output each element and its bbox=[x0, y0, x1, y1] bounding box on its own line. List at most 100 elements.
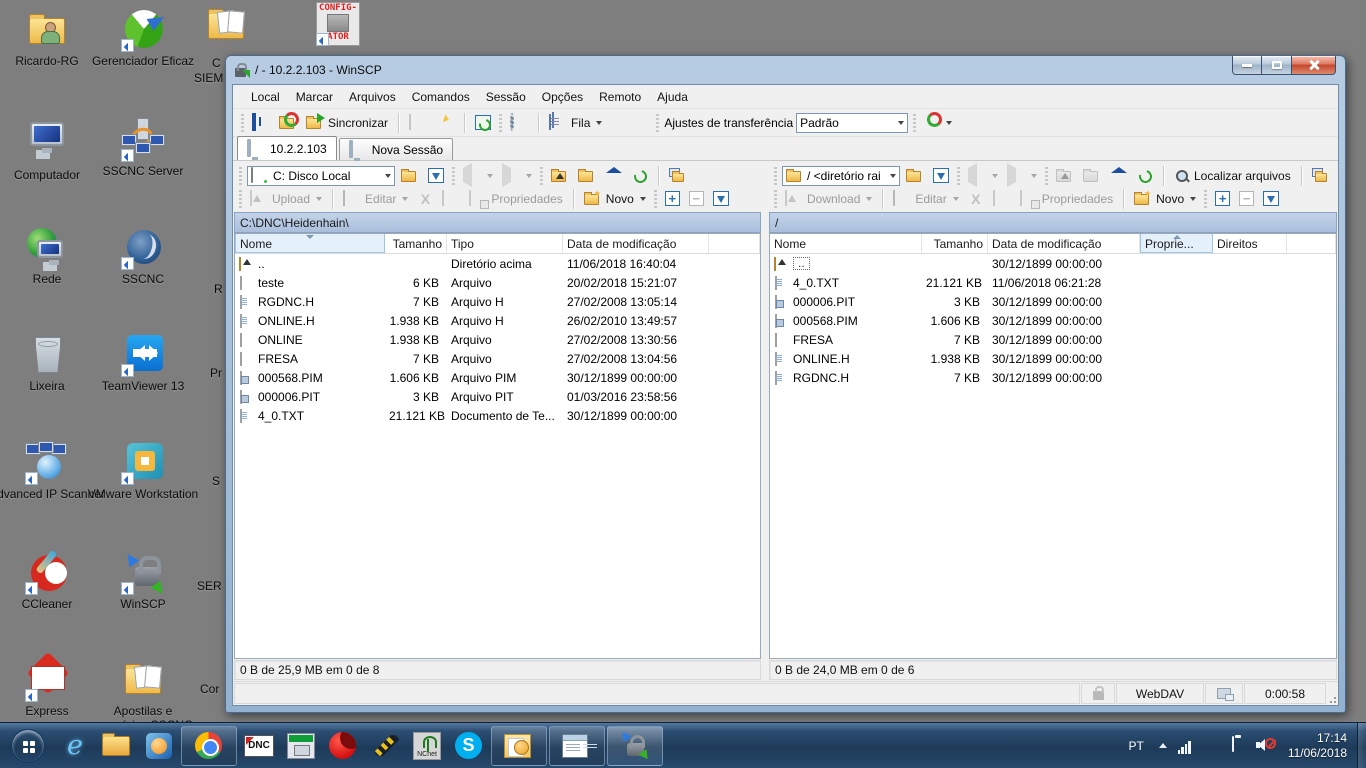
table-row[interactable]: 000568.PIM1.606 KBArquivo PIM30/12/1899 … bbox=[235, 368, 760, 387]
local-root-dir-button[interactable] bbox=[575, 166, 599, 186]
table-row[interactable]: 4_0.TXT21.121 KBDocumento de Te...30/12/… bbox=[235, 406, 760, 425]
remote-select-button[interactable]: + bbox=[1212, 189, 1233, 208]
taskbar-item-winscp[interactable] bbox=[607, 726, 663, 766]
menu-item-ajuda[interactable]: Ajuda bbox=[649, 87, 696, 107]
taskbar-item-ie[interactable]: e bbox=[55, 726, 95, 766]
local-open-dir-button[interactable] bbox=[398, 166, 422, 186]
clipboard-tray-icon[interactable] bbox=[1230, 737, 1248, 755]
local-edit-button[interactable]: Editar bbox=[340, 189, 411, 209]
show-hidden-icons-button[interactable] bbox=[1159, 743, 1167, 748]
column-header-Direitos[interactable]: Direitos bbox=[1213, 234, 1287, 253]
desktop-icon-sscnc-server[interactable]: SSCNC Server bbox=[85, 118, 201, 178]
table-row[interactable]: FRESA7 KBArquivo27/02/2008 13:04:56 bbox=[235, 349, 760, 368]
table-row[interactable]: ONLINE.H1.938 KBArquivo H26/02/2010 13:4… bbox=[235, 311, 760, 330]
taskbar-item-wrench[interactable] bbox=[365, 726, 405, 766]
menu-item-local[interactable]: Local bbox=[243, 87, 288, 107]
remote-new-button[interactable]: Novo bbox=[1131, 189, 1199, 209]
session-tab[interactable]: 10.2.2.103 bbox=[237, 136, 337, 160]
protocol-status[interactable]: WebDAV bbox=[1116, 683, 1204, 704]
minimize-button[interactable] bbox=[1232, 56, 1262, 75]
taskbar-item-explorer[interactable] bbox=[97, 726, 137, 766]
column-header-Tamanho[interactable]: Tamanho bbox=[385, 234, 447, 253]
sync-remote-button[interactable] bbox=[276, 113, 300, 133]
menu-item-arquivos[interactable]: Arquivos bbox=[341, 87, 404, 107]
new-session-tab[interactable]: Nova Sessão bbox=[339, 138, 453, 160]
window-titlebar[interactable]: / - 10.2.2.103 - WinSCP bbox=[226, 56, 1345, 84]
maximize-button[interactable] bbox=[1262, 56, 1291, 75]
taskbar-item-ncnet[interactable]: NCnet bbox=[407, 726, 447, 766]
remote-edit-button[interactable]: Editar bbox=[890, 189, 961, 209]
resize-grip[interactable] bbox=[1326, 682, 1338, 705]
remote-parent-dir-button[interactable] bbox=[1053, 166, 1077, 186]
local-forward-button[interactable] bbox=[499, 166, 535, 186]
remote-rename-button[interactable] bbox=[990, 189, 1014, 209]
desktop-icon-winscp[interactable]: WinSCP bbox=[85, 551, 201, 611]
start-button[interactable] bbox=[8, 726, 48, 766]
taskbar-item-red-app[interactable] bbox=[323, 726, 363, 766]
desktop-icon-partial[interactable]: CONFIG-ATOR bbox=[312, 2, 364, 46]
menu-item-opções[interactable]: Opções bbox=[534, 87, 591, 107]
table-row[interactable]: FRESA7 KB30/12/1899 00:00:00 bbox=[770, 330, 1336, 349]
local-delete-button[interactable]: X bbox=[414, 189, 436, 209]
local-properties-button[interactable]: Propriedades bbox=[466, 189, 565, 209]
taskbar-item-skype[interactable]: S bbox=[449, 726, 489, 766]
table-row[interactable]: 000568.PIM1.606 KB30/12/1899 00:00:00 bbox=[770, 311, 1336, 330]
local-new-button[interactable]: Novo bbox=[581, 189, 649, 209]
taskbar-item-outlook[interactable] bbox=[491, 726, 547, 766]
taskbar-item-wmp[interactable] bbox=[139, 726, 179, 766]
table-row[interactable]: 000006.PIT3 KBArquivo PIT01/03/2016 23:5… bbox=[235, 387, 760, 406]
local-select-button[interactable]: + bbox=[662, 189, 683, 208]
desktop-icon-partial[interactable] bbox=[200, 3, 252, 47]
synchronize-button[interactable]: Sincronizar bbox=[303, 113, 391, 133]
table-row[interactable]: ..Diretório acima11/06/2018 16:40:04 bbox=[235, 254, 760, 273]
remote-delete-button[interactable]: X bbox=[965, 189, 987, 209]
remote-properties-button[interactable]: Propriedades bbox=[1017, 189, 1116, 209]
sync-browsing-button[interactable] bbox=[249, 113, 273, 133]
local-home-dir-button[interactable] bbox=[602, 166, 626, 186]
console-button[interactable] bbox=[406, 113, 430, 133]
close-button[interactable] bbox=[1291, 56, 1336, 75]
table-row[interactable]: ..30/12/1899 00:00:00 bbox=[770, 254, 1336, 273]
remote-filter-toolbar-button[interactable] bbox=[1260, 189, 1282, 208]
table-row[interactable]: 4_0.TXT21.121 KB11/06/2018 06:21:28 bbox=[770, 273, 1336, 292]
transfer-options-button[interactable] bbox=[921, 113, 955, 133]
show-desktop-button[interactable] bbox=[1357, 723, 1366, 768]
taskbar-item-heidenhain[interactable] bbox=[281, 726, 321, 766]
remote-dir-select[interactable]: / <diretório rai bbox=[782, 166, 900, 186]
menu-item-remoto[interactable]: Remoto bbox=[591, 87, 649, 107]
remote-back-button[interactable] bbox=[965, 166, 1001, 186]
menu-item-marcar[interactable]: Marcar bbox=[288, 87, 341, 107]
local-unselect-button[interactable]: − bbox=[686, 189, 707, 208]
local-rename-button[interactable] bbox=[439, 189, 463, 209]
table-row[interactable]: 000006.PIT3 KB30/12/1899 00:00:00 bbox=[770, 292, 1336, 311]
new-session-icon-button[interactable] bbox=[433, 113, 457, 133]
column-header-Data de modificação[interactable]: Data de modificação bbox=[563, 234, 709, 253]
table-row[interactable]: RGDNC.H7 KB30/12/1899 00:00:00 bbox=[770, 368, 1336, 387]
remote-open-dir-button[interactable] bbox=[903, 166, 927, 186]
find-files-button[interactable]: Localizar arquivos bbox=[1171, 166, 1294, 186]
remote-path-bar[interactable]: / bbox=[769, 212, 1337, 233]
taskbar-item-rgdnc[interactable]: DNC bbox=[239, 726, 279, 766]
local-drive-select[interactable]: C: Disco Local bbox=[247, 166, 395, 186]
remote-forward-button[interactable] bbox=[1004, 166, 1040, 186]
preferences-button[interactable] bbox=[507, 113, 531, 133]
remote-unselect-button[interactable]: − bbox=[1236, 189, 1257, 208]
menu-item-sessão[interactable]: Sessão bbox=[478, 87, 534, 107]
remote-refresh-button[interactable] bbox=[1134, 166, 1156, 186]
desktop-icon-apostilas-e-exerc-cios-sscnc[interactable]: Apostilas e exercícios SSCNC bbox=[85, 658, 201, 732]
local-filter-button[interactable] bbox=[425, 166, 447, 185]
desktop-icon-gerenciador-eficaz[interactable]: Gerenciador Eficaz bbox=[85, 8, 201, 68]
taskbar-item-editor[interactable] bbox=[549, 726, 605, 766]
action-center-flag-icon[interactable] bbox=[1204, 737, 1222, 755]
taskbar-item-chrome[interactable] bbox=[181, 726, 237, 766]
desktop-icon-teamviewer-13[interactable]: TeamViewer 13 bbox=[85, 333, 201, 393]
desktop-icon-vmware-workstation[interactable]: VMware Workstation bbox=[85, 441, 201, 501]
remote-tree-button[interactable] bbox=[1309, 166, 1333, 186]
refresh-session-button[interactable] bbox=[472, 113, 494, 132]
upload-button[interactable]: Upload bbox=[247, 189, 325, 209]
table-row[interactable]: ONLINE.H1.938 KB30/12/1899 00:00:00 bbox=[770, 349, 1336, 368]
language-indicator[interactable]: PT bbox=[1120, 739, 1151, 753]
queue-button[interactable]: Fila bbox=[546, 113, 605, 133]
local-refresh-button[interactable] bbox=[629, 166, 651, 186]
remote-root-dir-button[interactable] bbox=[1080, 166, 1104, 186]
